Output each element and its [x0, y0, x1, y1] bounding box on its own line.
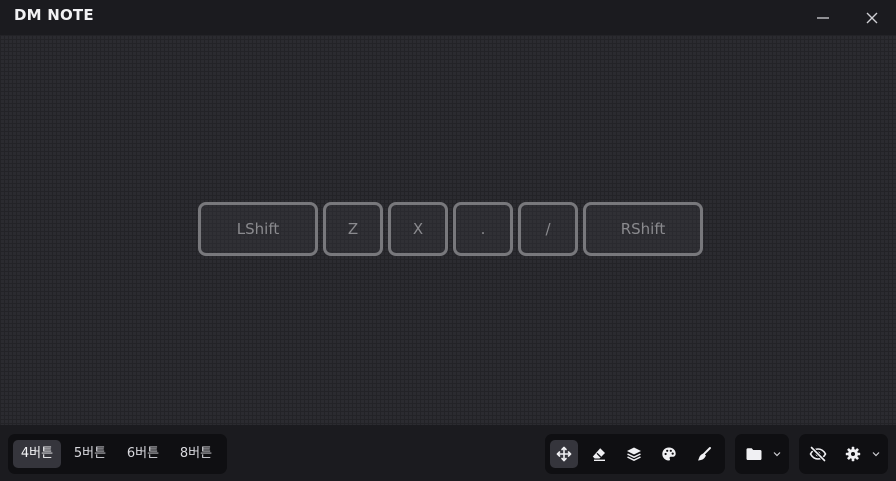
mode-selector: 4버튼 5버튼 6버튼 8버튼	[8, 434, 227, 474]
settings-button[interactable]	[839, 440, 867, 468]
close-icon	[866, 12, 878, 23]
key-x[interactable]: X	[388, 202, 448, 256]
chevron-down-icon	[872, 452, 880, 457]
eye-off-icon	[809, 446, 827, 462]
mode-6-button[interactable]: 6버튼	[119, 440, 167, 468]
move-tool-button[interactable]	[550, 440, 578, 468]
app-title: DM NOTE	[14, 6, 94, 24]
chevron-down-icon	[773, 452, 781, 457]
layers-icon	[627, 447, 641, 461]
close-button[interactable]	[850, 0, 894, 35]
palette-icon	[662, 447, 676, 461]
minimize-icon	[817, 16, 829, 19]
key-rshift[interactable]: RShift	[583, 202, 703, 256]
eraser-tool-button[interactable]	[585, 440, 613, 468]
key-lshift[interactable]: LShift	[198, 202, 318, 256]
bottom-toolbar: 4버튼 5버튼 6버튼 8버튼	[0, 425, 896, 481]
key-z[interactable]: Z	[323, 202, 383, 256]
folder-icon	[746, 448, 762, 460]
brush-icon	[698, 447, 711, 461]
key-slash[interactable]: /	[518, 202, 578, 256]
mode-4-button[interactable]: 4버튼	[13, 440, 61, 468]
eraser-icon	[592, 448, 605, 462]
move-icon	[556, 446, 572, 462]
folder-button[interactable]	[740, 440, 768, 468]
key-period[interactable]: .	[453, 202, 513, 256]
brush-tool-button[interactable]	[690, 440, 718, 468]
mode-8-button[interactable]: 8버튼	[172, 440, 220, 468]
mode-5-button[interactable]: 5버튼	[66, 440, 114, 468]
view-settings-group	[799, 434, 888, 474]
layers-tool-button[interactable]	[620, 440, 648, 468]
title-bar: DM NOTE	[0, 0, 896, 35]
key-canvas[interactable]: LShift Z X . / RShift	[0, 35, 896, 425]
minimize-button[interactable]	[801, 0, 845, 35]
tool-group	[545, 434, 725, 474]
gear-icon	[845, 446, 861, 462]
file-menu[interactable]	[735, 434, 789, 474]
visibility-toggle-button[interactable]	[804, 440, 832, 468]
palette-tool-button[interactable]	[655, 440, 683, 468]
